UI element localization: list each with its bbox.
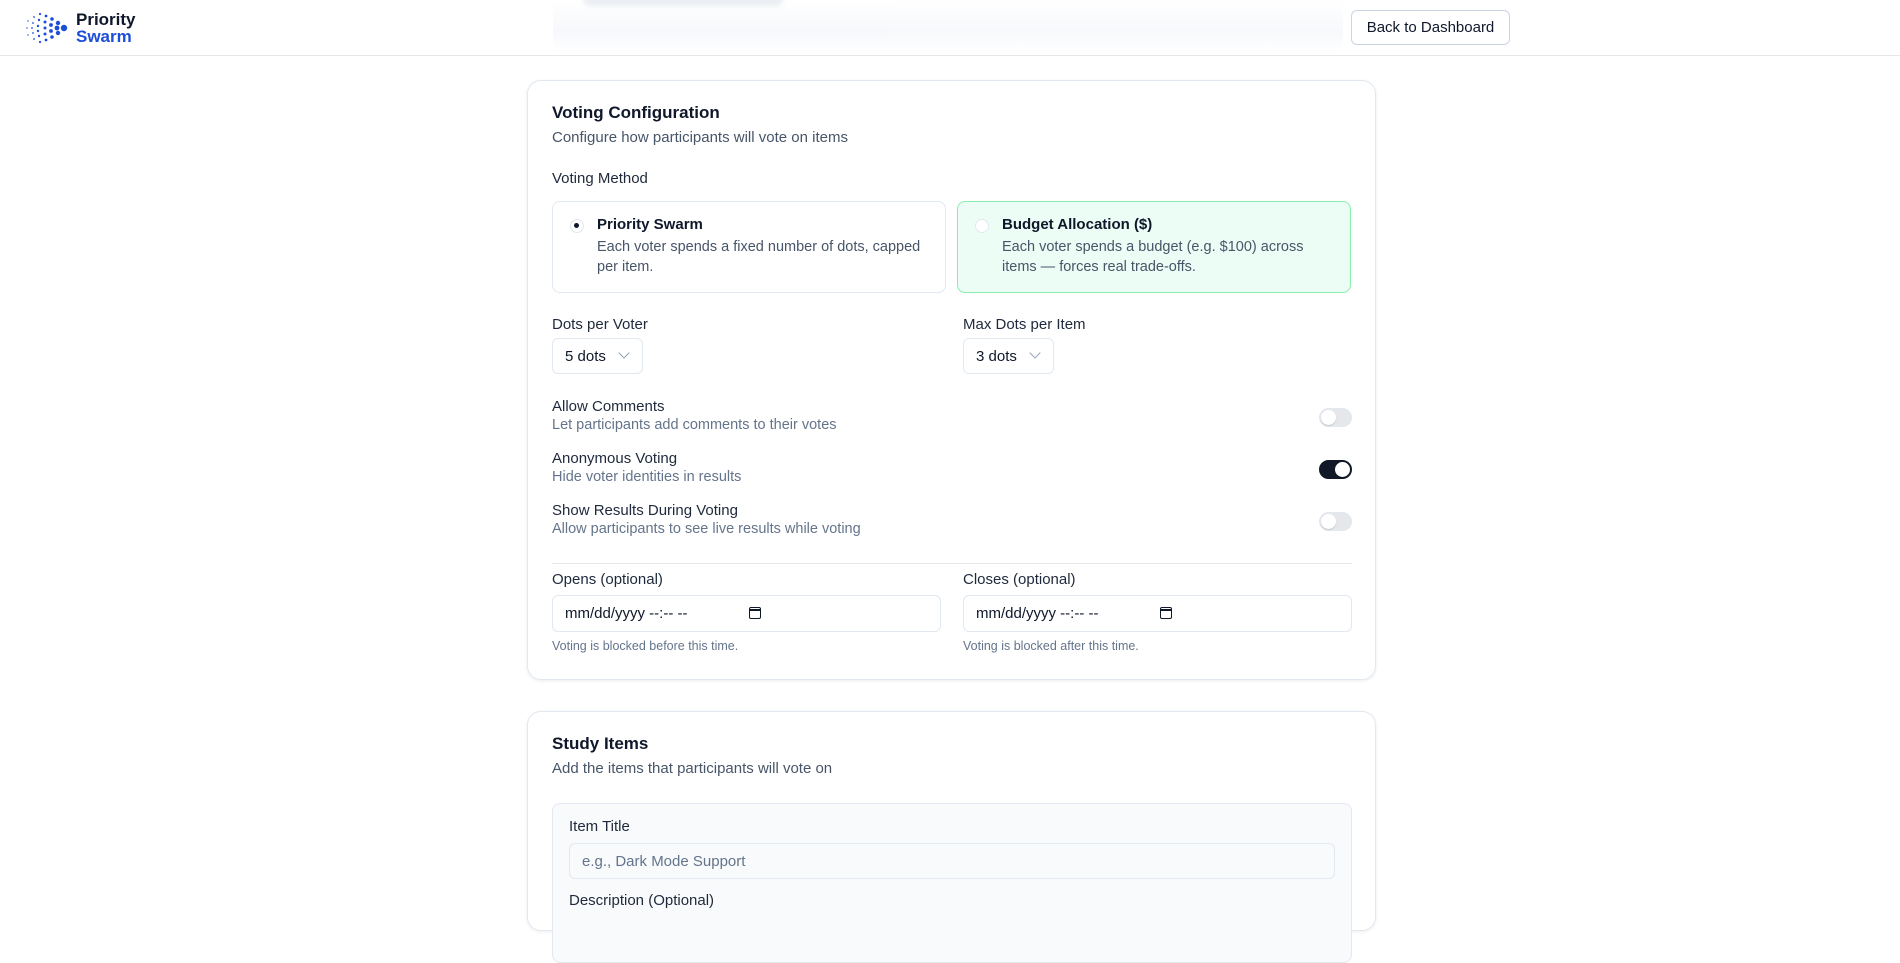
calendar-icon[interactable] [1160, 607, 1172, 619]
calendar-icon[interactable] [749, 607, 761, 619]
budget-allocation-radio[interactable] [975, 219, 989, 233]
show-results-description: Allow participants to see live results w… [552, 521, 861, 537]
voting-method-label: Voting Method [552, 170, 648, 187]
show-results-title: Show Results During Voting [552, 502, 738, 519]
closes-label: Closes (optional) [963, 571, 1076, 588]
dots-per-voter-label: Dots per Voter [552, 316, 648, 333]
dots-per-voter-select[interactable]: 5 dots [552, 338, 643, 374]
voting-config-subtitle: Configure how participants will vote on … [552, 129, 848, 146]
allow-comments-title: Allow Comments [552, 398, 665, 415]
max-dots-value: 3 dots [976, 347, 1017, 365]
allow-comments-description: Let participants add comments to their v… [552, 417, 837, 433]
item-title-input[interactable] [569, 843, 1335, 879]
voting-configuration-card: Voting Configuration Configure how parti… [527, 80, 1376, 680]
method-description: Each voter spends a budget (e.g. $100) a… [1002, 239, 1304, 275]
closes-hint: Voting is blocked after this time. [963, 639, 1139, 653]
brand-name-line1: Priority [76, 10, 136, 29]
opens-datetime-input[interactable]: mm/dd/yyyy --:-- -- [552, 595, 941, 632]
chevron-down-icon [618, 347, 630, 359]
anonymous-voting-description: Hide voter identities in results [552, 469, 742, 485]
show-results-toggle[interactable] [1319, 512, 1352, 531]
top-navbar: Priority Swarm Back to Dashboard [0, 0, 1900, 56]
method-option-budget-allocation[interactable]: Budget Allocation ($) Each voter spends … [957, 201, 1351, 293]
chevron-down-icon [1029, 347, 1041, 359]
method-title: Budget Allocation ($) [1002, 216, 1153, 233]
priority-swarm-radio[interactable] [570, 219, 584, 233]
opens-label: Opens (optional) [552, 571, 663, 588]
study-items-subtitle: Add the items that participants will vot… [552, 760, 833, 777]
brand-name-line2: Swarm [76, 27, 132, 46]
study-items-card: Study Items Add the items that participa… [527, 711, 1376, 963]
brand-name: Priority Swarm [76, 11, 136, 45]
brand-logo[interactable]: Priority Swarm [24, 9, 136, 47]
max-dots-per-item-select[interactable]: 3 dots [963, 338, 1054, 374]
toggle-knob [1321, 514, 1336, 529]
description-label: Description (Optional) [569, 892, 715, 909]
method-option-priority-swarm[interactable]: Priority Swarm Each voter spends a fixed… [552, 201, 946, 293]
back-to-dashboard-button[interactable]: Back to Dashboard [1351, 10, 1510, 45]
anonymous-voting-title: Anonymous Voting [552, 450, 678, 467]
closes-datetime-value: mm/dd/yyyy --:-- -- [976, 605, 1099, 622]
new-item-form: Item Title Description (Optional) [552, 803, 1352, 963]
study-items-title: Study Items [552, 734, 649, 753]
section-divider [552, 563, 1352, 564]
method-title: Priority Swarm [597, 216, 703, 233]
method-description: Each voter spends a fixed number of dots… [597, 239, 921, 275]
toggle-knob [1335, 462, 1350, 477]
swarm-logo-icon [26, 12, 68, 44]
toggle-knob [1321, 410, 1336, 425]
voting-config-title: Voting Configuration [552, 103, 720, 122]
header-backdrop-pill [583, 0, 783, 6]
dots-per-voter-value: 5 dots [565, 347, 606, 365]
max-dots-label: Max Dots per Item [963, 316, 1086, 333]
item-title-label: Item Title [569, 818, 630, 835]
anonymous-voting-toggle[interactable] [1319, 460, 1352, 479]
closes-datetime-input[interactable]: mm/dd/yyyy --:-- -- [963, 595, 1352, 632]
opens-datetime-value: mm/dd/yyyy --:-- -- [565, 605, 688, 622]
header-backdrop [553, 0, 1343, 52]
allow-comments-toggle[interactable] [1319, 408, 1352, 427]
opens-hint: Voting is blocked before this time. [552, 639, 739, 653]
